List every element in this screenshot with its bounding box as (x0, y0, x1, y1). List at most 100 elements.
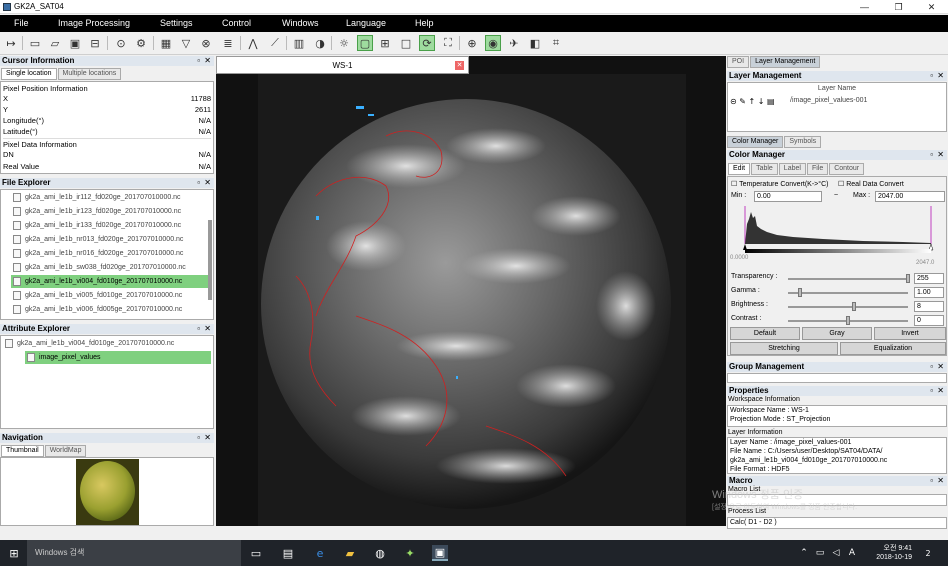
panel-controls-icon[interactable]: ▫ ✕ (930, 476, 945, 486)
menu-image-processing[interactable]: Image Processing (58, 18, 130, 28)
tab-single-location[interactable]: Single location (1, 68, 57, 80)
eye-icon[interactable]: ⊝ (730, 97, 737, 106)
app-globe-icon[interactable]: ◍ (372, 545, 388, 561)
globe-icon[interactable]: ⊕ (464, 35, 480, 51)
fullscreen-icon[interactable]: ⛶ (440, 35, 456, 51)
layers-icon[interactable]: ≣ (220, 35, 236, 51)
menu-help[interactable]: Help (415, 18, 434, 28)
file-item[interactable]: gk2a_ami_le1b_ir123_fd020ge_201707010000… (11, 205, 211, 218)
grid-lines-icon[interactable]: ⊞ (377, 35, 393, 51)
arrow-down-icon[interactable]: ↓ (758, 97, 765, 106)
compare-icon[interactable]: ▥ (291, 35, 307, 51)
tab-label[interactable]: Label (778, 163, 806, 175)
notification-icon[interactable]: 2 (920, 545, 936, 561)
layer-row[interactable]: /image_pixel_values-001 (790, 97, 867, 104)
process-list[interactable]: Calc( D1 - D2 ) (727, 517, 947, 529)
panel-controls-icon[interactable]: ▫ ✕ (197, 56, 212, 66)
store-icon[interactable]: ▤ (280, 545, 296, 561)
network-icon[interactable]: ▭ (812, 545, 828, 561)
tab-poi[interactable]: POI (727, 56, 750, 68)
profile-icon[interactable]: ⟋ (267, 35, 283, 51)
location-pin-icon[interactable]: ⊙ (113, 35, 129, 51)
settings-gear-icon[interactable]: ⚙ (133, 35, 149, 51)
contrast-value[interactable]: 0 (914, 315, 944, 326)
satellite-icon[interactable]: ✈ (506, 35, 522, 51)
edge-browser-icon[interactable]: e (312, 545, 328, 561)
file-item[interactable]: gk2a_ami_le1b_vi005_fd010ge_201707010000… (11, 289, 211, 302)
histogram[interactable] (743, 204, 939, 258)
menu-control[interactable]: Control (222, 18, 251, 28)
process-item[interactable]: Calc( D1 - D2 ) (730, 519, 777, 526)
tab-file[interactable]: File (806, 163, 829, 175)
panel-controls-icon[interactable]: ▫ ✕ (930, 386, 945, 396)
save-icon[interactable]: ▣ (67, 35, 83, 51)
arrow-up-icon[interactable]: ↑ (749, 97, 756, 106)
equalization-button[interactable]: Equalization (840, 342, 946, 355)
temp-convert-checkbox[interactable]: ☐ Temperature Convert(K->°C) (731, 180, 828, 188)
menu-settings[interactable]: Settings (160, 18, 193, 28)
default-button[interactable]: Default (730, 327, 800, 340)
open-folder-icon[interactable]: ▱ (47, 35, 63, 51)
menu-language[interactable]: Language (346, 18, 386, 28)
refresh-icon[interactable]: ⟳ (419, 35, 435, 51)
tree-child-item[interactable]: image_pixel_values (25, 351, 211, 364)
transparency-slider[interactable] (788, 274, 910, 283)
tab-table[interactable]: Table (751, 163, 778, 175)
minimize-button[interactable]: — (848, 0, 881, 14)
file-item[interactable]: gk2a_ami_le1b_ir112_fd020ge_201707010000… (11, 191, 211, 204)
grid-table-icon[interactable]: ▦ (158, 35, 174, 51)
tab-worldmap[interactable]: WorldMap (44, 445, 87, 457)
tab-contour[interactable]: Contour (829, 163, 865, 175)
satellite-earth-image[interactable] (256, 76, 686, 526)
stretching-button[interactable]: Stretching (730, 342, 838, 355)
brightness-value[interactable]: 8 (914, 301, 944, 312)
task-view-icon[interactable]: ▭ (248, 545, 264, 561)
scrollbar[interactable] (208, 220, 212, 300)
real-convert-checkbox[interactable]: ☐ Real Data Convert (838, 180, 904, 188)
file-explorer-icon[interactable]: ▰ (342, 545, 358, 561)
ime-lang-icon[interactable]: A (844, 545, 860, 561)
invert-button[interactable]: Invert (874, 327, 946, 340)
clock-time[interactable]: 오전 9:41 (872, 543, 912, 553)
windows-start-icon[interactable]: ⊞ (6, 545, 22, 561)
gamma-value[interactable]: 1.00 (914, 287, 944, 298)
contrast-icon[interactable]: ◑ (312, 35, 328, 51)
gk2a-app-icon[interactable]: ▣ (432, 545, 448, 561)
sun-icon[interactable]: ☼ (336, 35, 352, 51)
close-button[interactable]: ✕ (915, 0, 948, 14)
tab-thumbnail[interactable]: Thumbnail (1, 445, 44, 457)
filter-icon[interactable]: ▽ (178, 35, 194, 51)
transparency-value[interactable]: 255 (914, 273, 944, 284)
min-input[interactable]: 0.00 (754, 191, 822, 202)
file-item[interactable]: gk2a_ami_le1b_nr013_fd020ge_201707010000… (11, 233, 211, 246)
taskbar-search[interactable]: Windows 검색 (27, 540, 241, 566)
color-picker-icon[interactable]: ⊗ (198, 35, 214, 51)
crop-icon[interactable]: ⌗ (548, 35, 564, 51)
workspace-canvas[interactable]: WS-1 ✕ (216, 56, 726, 526)
line-chart-icon[interactable]: ⋀ (245, 35, 261, 51)
earth-icon[interactable]: ◉ (485, 35, 501, 51)
file-item[interactable]: gk2a_ami_le1b_ir133_fd020ge_201707010000… (11, 219, 211, 232)
exit-icon[interactable]: ↦ (3, 35, 19, 51)
workspace-tab[interactable]: WS-1 ✕ (216, 56, 469, 74)
max-input[interactable]: 2047.00 (875, 191, 945, 202)
tab-edit[interactable]: Edit (728, 163, 751, 175)
thumbnail-image[interactable] (76, 459, 139, 525)
close-tab-icon[interactable]: ✕ (455, 61, 464, 70)
menu-windows[interactable]: Windows (282, 18, 319, 28)
frame-icon[interactable]: ▢ (357, 35, 373, 51)
tree-root-item[interactable]: gk2a_ami_le1b_vi004_fd010ge_201707010000… (3, 337, 211, 350)
tray-chevron-icon[interactable]: ⌃ (796, 545, 812, 561)
file-item[interactable]: gk2a_ami_le1b_sw038_fd020ge_201707010000… (11, 261, 211, 274)
contrast-slider[interactable] (788, 316, 908, 325)
panel-controls-icon[interactable]: ▫ ✕ (930, 150, 945, 160)
panel-controls-icon[interactable]: ▫ ✕ (930, 362, 945, 372)
clock-date[interactable]: 2018-10-19 (864, 554, 912, 561)
file-item[interactable]: gk2a_ami_le1b_vi006_fd005ge_201707010000… (11, 303, 211, 316)
gray-button[interactable]: Gray (802, 327, 872, 340)
app-satellite-icon[interactable]: ✦ (402, 545, 418, 561)
panel-controls-icon[interactable]: ▫ ✕ (197, 324, 212, 334)
brightness-slider[interactable] (788, 302, 908, 311)
panel-controls-icon[interactable]: ▫ ✕ (930, 71, 945, 81)
tab-color-manager[interactable]: Color Manager (727, 136, 784, 148)
